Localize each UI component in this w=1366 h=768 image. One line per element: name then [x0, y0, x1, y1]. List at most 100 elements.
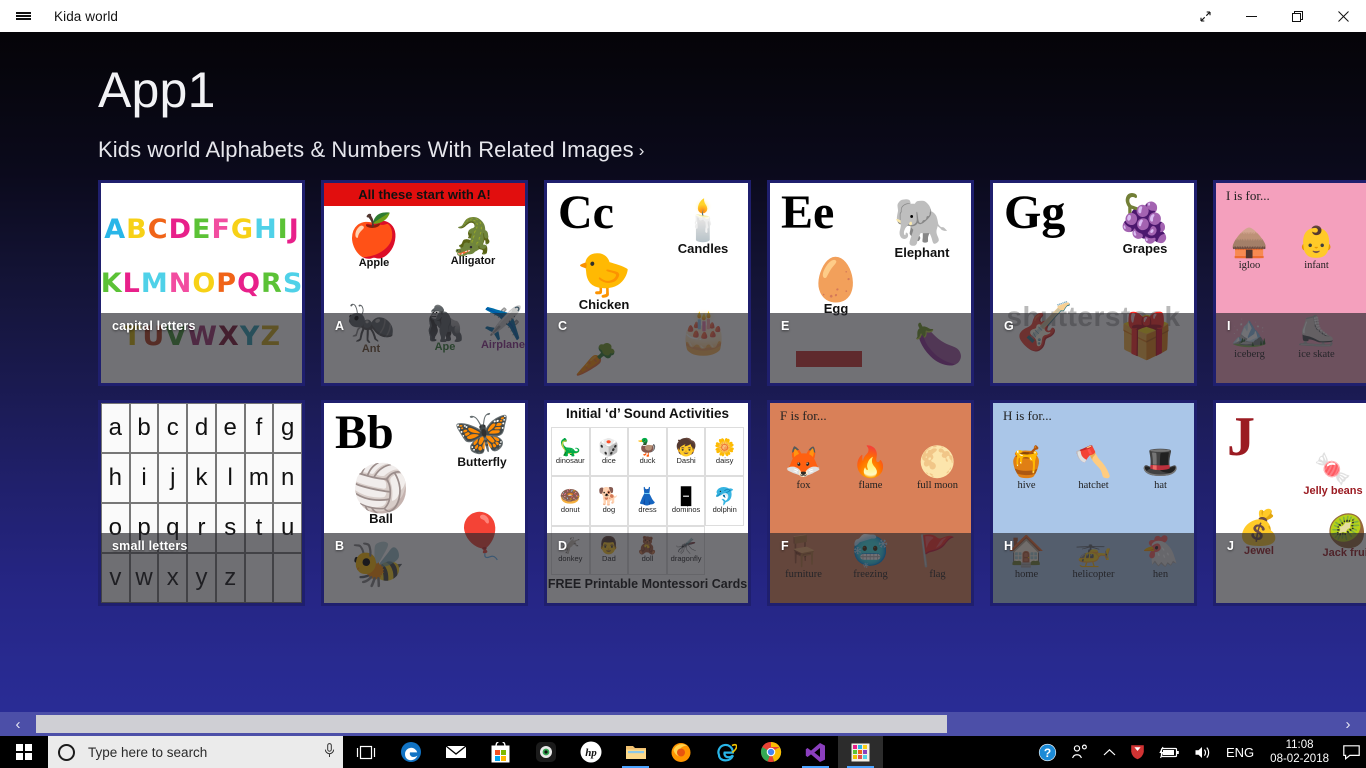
word-infant: 👶 infant — [1297, 226, 1336, 272]
kida-world-app-icon — [851, 743, 870, 761]
expand-arrows-icon — [1199, 10, 1211, 22]
horizontal-scrollbar[interactable]: ‹ › — [0, 712, 1366, 736]
minimize-button[interactable] — [1228, 0, 1274, 32]
restore-button[interactable] — [1274, 0, 1320, 32]
system-tray: ? ENG 11:08 08-02-2018 — [1031, 736, 1366, 768]
apple-icon: 🍎 — [347, 212, 401, 259]
volume-icon[interactable] — [1187, 736, 1219, 768]
small-letter-cell: a — [101, 403, 130, 453]
taskbar-app-file-explorer[interactable] — [613, 736, 658, 768]
svg-text:hp: hp — [585, 747, 597, 759]
tile-label: C — [547, 313, 748, 383]
show-hidden-icons-chevron[interactable] — [1096, 736, 1123, 768]
minimize-icon — [1245, 15, 1257, 17]
montessori-card: 🐬 dolphin — [705, 476, 744, 526]
taskbar-app-microsoft-edge[interactable] — [388, 736, 433, 768]
start-button[interactable] — [0, 736, 48, 768]
tile-letter-g[interactable]: Gg 🍇 Grapes shutterstock 🎸 🎁 G — [990, 180, 1197, 386]
montessori-card-icon: 🐬 — [714, 486, 736, 506]
big-letter-g: Gg — [1004, 186, 1066, 239]
is-for-header: F is for... — [780, 408, 827, 423]
close-button[interactable] — [1320, 0, 1366, 32]
tile-label: small letters — [101, 533, 302, 603]
taskbar-app-hp[interactable]: hp — [568, 736, 613, 768]
montessori-card-icon: 🧒 — [675, 437, 697, 457]
word-elephant: 🐘 Elephant — [874, 199, 970, 260]
scroll-left-arrow[interactable]: ‹ — [0, 716, 36, 733]
hamburger-menu-icon[interactable] — [0, 0, 46, 32]
microsoft-edge-icon — [400, 742, 421, 762]
small-letter-cell: i — [129, 453, 159, 503]
task-view-button[interactable] — [343, 736, 388, 768]
search-box[interactable]: Type here to search — [48, 736, 343, 768]
taskbar-app-visual-studio[interactable] — [793, 736, 838, 768]
taskbar-app-firefox[interactable] — [658, 736, 703, 768]
tile-letter-h[interactable]: H is for... 🍯hive 🪓hatchet 🎩hat 🏠home 🚁h… — [990, 400, 1197, 606]
tile-letter-c[interactable]: Cc 🕯️ Candles 🐤 Chicken 🎂 🥕 — [544, 180, 751, 386]
small-letter-cell: l — [215, 453, 245, 503]
window-title: Kida world — [54, 8, 119, 24]
word-grapes: 🍇 Grapes — [1099, 195, 1191, 256]
help-icon[interactable]: ? — [1031, 736, 1064, 768]
scrollbar-track[interactable] — [36, 715, 1330, 733]
taskbar-app-microsoft-store[interactable] — [478, 736, 523, 768]
elephant-icon: 🐘 — [893, 196, 951, 248]
taskbar-app-camera[interactable] — [523, 736, 568, 768]
scroll-right-arrow[interactable]: › — [1330, 716, 1366, 733]
tile-label: A — [324, 313, 525, 383]
word-flame: 🔥 flame — [851, 446, 890, 492]
word-insect: 🪳insect — [1350, 205, 1366, 294]
file-explorer-folder-icon — [625, 746, 646, 759]
big-letter-j: J — [1227, 406, 1255, 468]
baby-icon: 👶 — [1297, 226, 1336, 259]
jar-icon: 🏺 — [1356, 479, 1366, 509]
big-letter-b: Bb — [335, 406, 394, 459]
montessori-card-icon: 🁢 — [679, 486, 694, 506]
security-shield-icon[interactable] — [1123, 736, 1152, 768]
battery-icon[interactable] — [1152, 736, 1187, 768]
tile-letter-j[interactable]: J 🍬 Jelly beans 🚙 Jeep 💰 Jewel 🥝 — [1213, 400, 1366, 606]
montessori-card: 🎲 dice — [589, 427, 629, 477]
tile-letter-e[interactable]: Ee 🐘 Elephant 🥚 Egg 🍆 — [767, 180, 974, 386]
word-jeep: 🚙 Jeep — [1352, 413, 1366, 457]
taskbar-app-mail[interactable] — [433, 736, 478, 768]
tile-label: D — [547, 533, 748, 603]
scrollbar-thumb[interactable] — [36, 715, 947, 733]
svg-text:?: ? — [1044, 746, 1051, 760]
tile-letter-f[interactable]: F is for... 🦊fox 🔥flame 🌕full moon 🪑furn… — [767, 400, 974, 606]
taskbar-app-kida-world[interactable] — [838, 736, 883, 768]
tile-capital-letters[interactable]: ABCDEFGHIJ KLMNOPQRS TUVWXYZ capital let… — [98, 180, 305, 386]
word-jar: 🏺 Jar — [1356, 479, 1366, 521]
butterfly-icon: 🦋 — [453, 406, 511, 458]
taskbar-app-google-chrome[interactable] — [748, 736, 793, 768]
word-jelly-beans: 🍬 Jelly beans — [1290, 453, 1366, 498]
capital-letters-line-2: KLMNOPQRS — [100, 267, 303, 299]
restore-icon — [1291, 10, 1303, 22]
expand-button[interactable] — [1182, 0, 1228, 32]
people-icon[interactable] — [1064, 736, 1096, 768]
hp-icon: hp — [580, 741, 601, 763]
montessori-card-label: daisy — [715, 455, 734, 465]
jelly-beans-icon: 🍬 — [1314, 453, 1352, 486]
word-ball: 🏐 Ball — [338, 465, 424, 526]
language-indicator[interactable]: ENG — [1219, 736, 1261, 768]
section-header-label: Kids world Alphabets & Numbers With Rela… — [98, 137, 634, 162]
tile-letter-i[interactable]: I is for... 🛖igloo 👶infant 🪳insect 🏔️ice… — [1213, 180, 1366, 386]
word-hat: 🎩 hat — [1141, 446, 1180, 492]
montessori-card-label: dice — [602, 455, 616, 465]
tile-letter-b[interactable]: Bb 🦋 Butterfly 🏐 Ball 🐝 🎈 — [321, 400, 528, 606]
tile-small-letters[interactable]: abcdefghijklmnopqrstuvwxyz small letters — [98, 400, 305, 606]
action-center-button[interactable] — [1338, 736, 1364, 768]
tile-letter-a[interactable]: All these start with A! 🍎 Apple 🐊 Alliga… — [321, 180, 528, 386]
small-letter-cell: f — [244, 403, 274, 453]
taskbar-app-internet-explorer[interactable] — [703, 736, 748, 768]
montessori-card: 🧒 Dashi — [666, 427, 706, 477]
tile-letter-d[interactable]: Initial ‘d’ Sound Activities 🦕 dinosaur 🎲 d… — [544, 400, 751, 606]
candles-icon: 🕯️ — [678, 199, 728, 243]
section-header-link[interactable]: Kids world Alphabets & Numbers With Rela… — [98, 137, 644, 163]
tile-label: J — [1216, 533, 1366, 603]
clock[interactable]: 11:08 08-02-2018 — [1261, 736, 1338, 768]
microphone-icon[interactable] — [324, 743, 335, 761]
montessori-card: 🍩 donut — [551, 476, 590, 526]
task-view-icon — [356, 745, 375, 759]
